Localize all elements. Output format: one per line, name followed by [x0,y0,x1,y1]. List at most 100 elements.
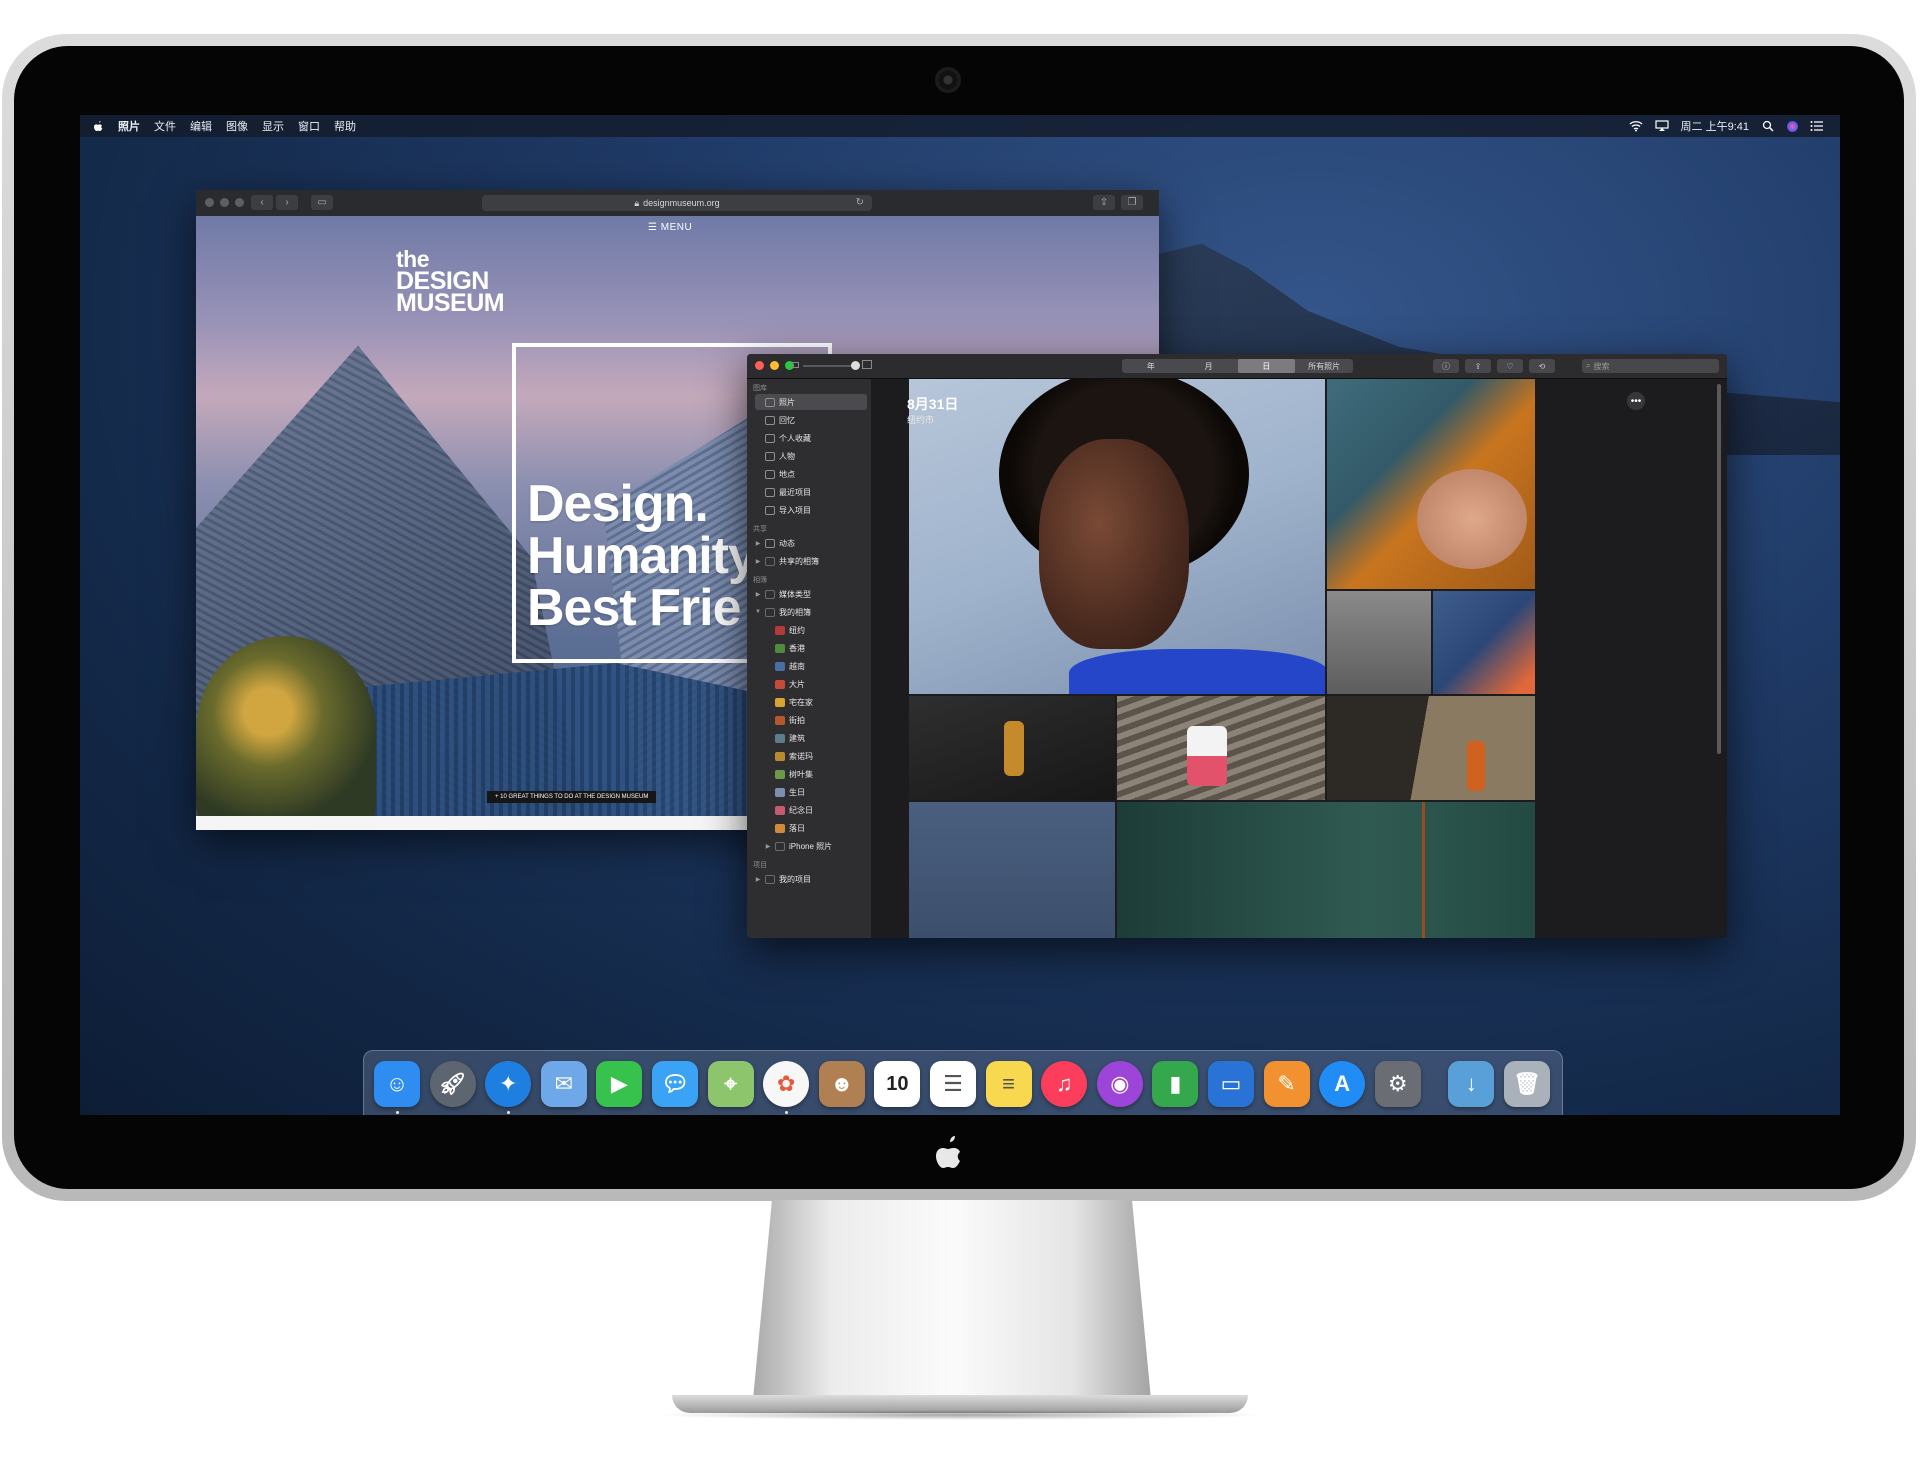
messages-icon[interactable]: 💬︎ [652,1061,698,1107]
disclosure-collapsed-icon[interactable]: ▶ [755,876,761,883]
facetime-icon[interactable]: ▶ [596,1061,643,1107]
cta-link[interactable]: + 10 GREAT THINGS TO DO AT THE DESIGN MU… [487,791,657,803]
safari-zoom-button[interactable] [235,198,244,207]
favorite-button[interactable]: ♡ [1497,359,1523,373]
finder-icon[interactable]: ☺ [374,1061,420,1107]
forward-button[interactable]: › [276,195,298,210]
info-button[interactable]: ⓘ [1433,359,1459,373]
photo-wall-shadow[interactable] [1327,696,1535,800]
siri-icon[interactable] [1787,120,1798,132]
numbers-icon[interactable]: ▮ [1152,1061,1199,1107]
sidebar-item[interactable]: 树叶集 [765,766,867,782]
tabs-button[interactable]: ❐ [1121,195,1143,210]
launchpad-icon[interactable]: 🚀︎ [429,1061,476,1107]
keynote-icon[interactable]: ▭ [1208,1061,1254,1107]
photos-minimize-button[interactable] [770,361,779,370]
back-button[interactable]: ‹ [251,195,273,210]
sidebar-item[interactable]: 地点 [755,466,867,482]
more-options-button[interactable]: ••• [1627,392,1645,410]
notes-icon[interactable]: ≡ [985,1061,1032,1107]
menu-window[interactable]: 窗口 [298,118,320,134]
calendar-icon[interactable]: 10 [874,1061,921,1107]
view-tab-2[interactable]: 日 [1237,359,1296,373]
photos-search-field[interactable]: ⌕ 搜索 [1582,359,1719,373]
sidebar-item[interactable]: 街拍 [765,712,867,728]
pages-icon[interactable]: ✎ [1263,1061,1310,1107]
airplay-icon[interactable] [1654,120,1669,132]
mail-icon[interactable]: ✉ [540,1061,587,1107]
disclosure-collapsed-icon[interactable]: ▶ [765,843,771,850]
zoom-slider-track[interactable] [803,365,853,367]
sidebar-item[interactable]: 人物 [755,448,867,464]
sidebar-item[interactable]: 回忆 [755,412,867,428]
sidebar-item[interactable]: 最近项目 [755,484,867,500]
disclosure-expanded-icon[interactable]: ▼ [755,609,761,615]
photo-green-door[interactable] [1117,802,1535,938]
sidebar-item[interactable]: ▼ 我的相簿 [755,604,867,620]
sidebar-item[interactable]: ▶ 我的项目 [755,871,867,887]
sidebar-item[interactable]: 香港 [765,640,867,656]
photos-close-button[interactable] [755,361,764,370]
sidebar-item[interactable]: 纽约 [765,622,867,638]
day-location[interactable]: 纽约市 [907,413,934,426]
trash-icon[interactable]: 🗑︎ [1504,1061,1550,1107]
sidebar-item[interactable]: ▶ 共享的相簿 [755,553,867,569]
menu-app-name[interactable]: 照片 [118,118,140,134]
view-tab-0[interactable]: 年 [1122,359,1180,373]
apple-menu-icon[interactable] [94,120,104,132]
menu-view[interactable]: 显示 [262,118,284,134]
view-tab-3[interactable]: 所有照片 [1295,359,1353,373]
photo-umbrella[interactable] [1433,591,1535,694]
sidebar-item[interactable]: 宅在家 [765,694,867,710]
photo-stairs[interactable] [1117,696,1325,800]
design-museum-logo[interactable]: the DESIGN MUSEUM [396,248,505,316]
disclosure-collapsed-icon[interactable]: ▶ [755,540,761,547]
sidebar-item[interactable]: 照片 [755,394,867,410]
system-preferences-icon[interactable]: ⚙ [1374,1061,1421,1107]
photo-sneakers[interactable] [1327,591,1431,694]
sidebar-item[interactable]: 越南 [765,658,867,674]
contacts-icon[interactable]: ☻ [818,1061,865,1107]
spotlight-icon[interactable] [1761,120,1775,132]
menu-file[interactable]: 文件 [154,118,176,134]
sidebar-item[interactable]: 个人收藏 [755,430,867,446]
reminders-icon[interactable]: ☰ [930,1061,976,1107]
photo-sky-strip[interactable] [909,802,1115,938]
share-photo-button[interactable]: ⇪ [1465,359,1491,373]
sidebar-item[interactable]: 大片 [765,676,867,692]
safari-icon[interactable]: ✦ [485,1061,532,1107]
app-store-icon[interactable]: A [1319,1061,1366,1107]
safari-close-button[interactable] [205,198,214,207]
sidebar-item[interactable]: 落日 [765,820,867,836]
notification-center-icon[interactable] [1810,120,1824,132]
sidebar-item[interactable]: ▶ iPhone 照片 [765,838,867,854]
share-button[interactable]: ⇪ [1093,195,1115,210]
photo-grid-scrollbar[interactable] [1717,384,1721,754]
downloads-folder-icon[interactable]: ↓ [1448,1061,1495,1107]
sidebar-item[interactable]: ▶ 动态 [755,535,867,551]
menu-help[interactable]: 帮助 [334,118,356,134]
sidebar-item[interactable]: 生日 [765,784,867,800]
menu-edit[interactable]: 编辑 [190,118,212,134]
maps-icon[interactable]: ⌖ [707,1061,754,1107]
sidebar-item[interactable]: 导入项目 [755,502,867,518]
disclosure-collapsed-icon[interactable]: ▶ [755,591,761,598]
photo-basketball[interactable] [909,696,1115,800]
sidebar-toggle-button[interactable]: ▭ [311,195,333,210]
menu-image[interactable]: 图像 [226,118,248,134]
menu-clock[interactable]: 周二 上午9:41 [1681,118,1749,134]
music-icon[interactable]: ♫ [1041,1061,1088,1107]
photo-hero-portrait[interactable] [909,379,1325,694]
view-tab-1[interactable]: 月 [1180,359,1238,373]
disclosure-collapsed-icon[interactable]: ▶ [755,558,761,565]
sidebar-item[interactable]: ▶ 媒体类型 [755,586,867,602]
photo-woman-orange[interactable] [1327,379,1535,589]
wifi-icon[interactable] [1629,120,1643,132]
sidebar-item[interactable]: 索诺玛 [765,748,867,764]
photos-app-icon[interactable]: ✿ [763,1061,810,1107]
sidebar-item[interactable]: 建筑 [765,730,867,746]
address-bar[interactable]: 🔒︎ designmuseum.org ↻ [482,195,872,211]
zoom-slider-thumb[interactable] [851,361,860,370]
reload-icon[interactable]: ↻ [856,197,864,208]
sidebar-item[interactable]: 纪念日 [765,802,867,818]
